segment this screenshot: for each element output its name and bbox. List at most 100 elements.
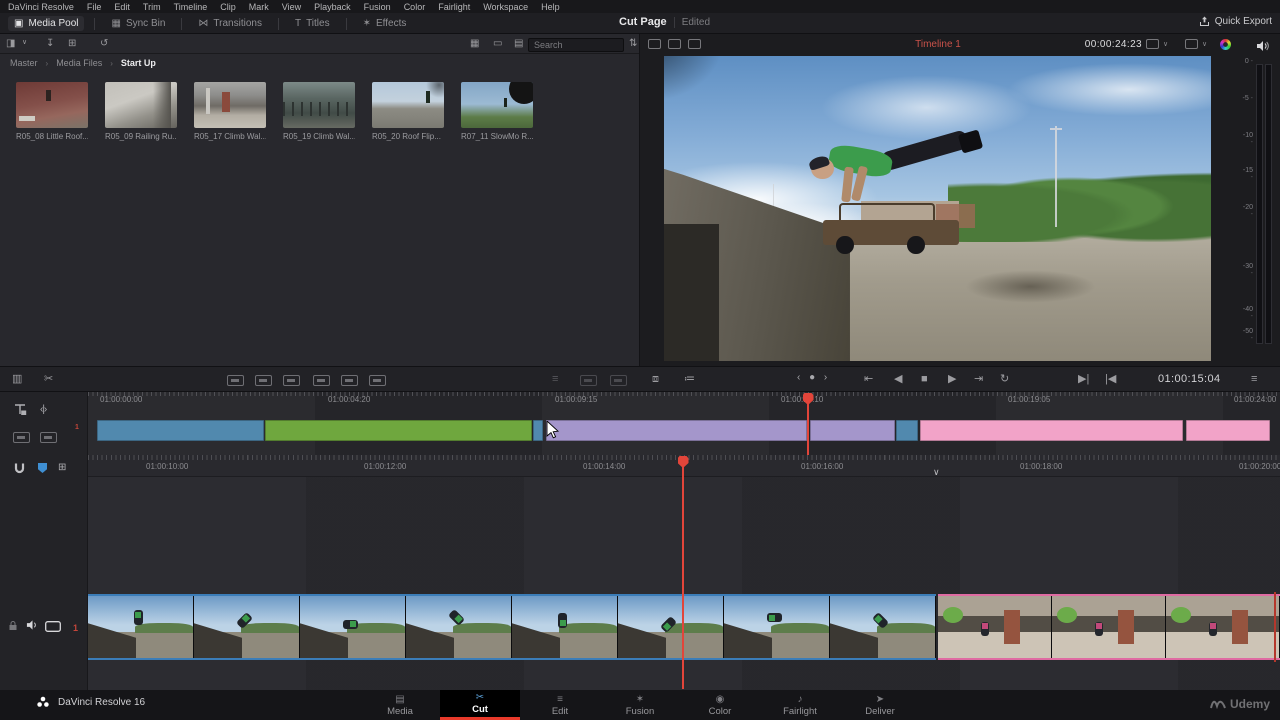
overview-ruler[interactable]: 01:00:00:0001:00:04:2001:00:09:1501:00:1… <box>88 392 1280 406</box>
place-on-top-icon[interactable] <box>341 375 358 386</box>
media-clip[interactable]: R05_17 Climb Wal... <box>194 82 266 141</box>
media-clip[interactable]: R05_09 Railing Ru... <box>105 82 177 141</box>
media-clip[interactable]: R05_19 Climb Wal... <box>283 82 355 141</box>
smart-insert-icon[interactable] <box>227 375 244 386</box>
tab-fairlight[interactable]: ♪Fairlight <box>760 690 840 720</box>
chevron-down-icon[interactable]: ∨ <box>1202 40 1207 48</box>
menu-item-trim[interactable]: Trim <box>143 2 161 12</box>
menu-item-edit[interactable]: Edit <box>114 2 130 12</box>
waveform-icon[interactable] <box>610 375 627 386</box>
filmstrip-clip[interactable] <box>938 594 1280 660</box>
transform-tool-icon[interactable] <box>1146 39 1159 49</box>
source-clip-icon[interactable] <box>648 39 661 49</box>
lock-icon[interactable] <box>8 620 18 631</box>
menu-item-view[interactable]: View <box>282 2 301 12</box>
menu-item-help[interactable]: Help <box>541 2 560 12</box>
menu-item-fusion[interactable]: Fusion <box>364 2 391 12</box>
overview-clip[interactable] <box>920 420 1183 441</box>
snapping-magnet-icon[interactable] <box>13 462 26 475</box>
menu-item-color[interactable]: Color <box>404 2 426 12</box>
stop-icon[interactable]: ■ <box>921 372 928 386</box>
breadcrumb-media-files[interactable]: Media Files <box>56 58 102 68</box>
menu-item-file[interactable]: File <box>87 2 102 12</box>
ripple-overwrite-icon[interactable] <box>283 375 300 386</box>
overview-clip[interactable] <box>810 420 895 441</box>
quick-export-button[interactable]: Quick Export <box>1199 16 1272 27</box>
jog-control[interactable]: ‹ ● › <box>797 372 830 383</box>
menu-item-timeline[interactable]: Timeline <box>174 2 208 12</box>
tools-icon[interactable]: ≡ <box>552 372 558 386</box>
menu-item-playback[interactable]: Playback <box>314 2 351 12</box>
clip-settings-icon[interactable]: ≔ <box>684 372 695 386</box>
timeline-name[interactable]: Timeline 1 <box>898 39 978 50</box>
append-icon[interactable] <box>255 375 272 386</box>
flag-marker-icon[interactable] <box>38 463 47 473</box>
toolbar-titles[interactable]: TTitles <box>289 16 336 31</box>
menu-item-workspace[interactable]: Workspace <box>483 2 528 12</box>
audio-monitor-icon[interactable] <box>1256 40 1270 52</box>
sidebar-toggle-icon[interactable]: ◨ <box>6 38 15 49</box>
next-edit-icon[interactable]: ▶| <box>1078 372 1089 386</box>
match-frame-icon[interactable]: |◀ <box>1105 372 1116 386</box>
thumbnail-view-icon[interactable]: ▦ <box>470 38 479 49</box>
source-overwrite-icon[interactable] <box>369 375 386 386</box>
source-tape-icon[interactable] <box>668 39 681 49</box>
tab-color[interactable]: ◉Color <box>680 690 760 720</box>
chevron-down-icon[interactable]: ∨ <box>1163 40 1168 48</box>
toolbar-transitions[interactable]: ⋈Transitions <box>192 16 268 31</box>
track-mute-icon[interactable] <box>26 619 39 631</box>
play-reverse-icon[interactable]: ◀ <box>894 372 902 386</box>
overview-playhead[interactable] <box>807 393 809 455</box>
overview-clip[interactable] <box>896 420 918 441</box>
timeline-options-icon[interactable]: ≡ <box>1251 372 1257 386</box>
close-up-icon[interactable] <box>313 375 330 386</box>
tab-cut[interactable]: ✂Cut <box>440 690 520 720</box>
detail-playhead[interactable] <box>682 456 684 689</box>
menu-item-fairlight[interactable]: Fairlight <box>438 2 470 12</box>
picture-in-picture-icon[interactable] <box>580 375 597 386</box>
tab-media[interactable]: ▤Media <box>360 690 440 720</box>
timeline-view-icon[interactable] <box>688 39 701 49</box>
export-clip-icon[interactable]: ⧈ <box>652 372 659 386</box>
filmstrip-clip[interactable] <box>88 594 936 660</box>
overview-clip[interactable] <box>546 420 807 441</box>
import-folder-icon[interactable]: ⊞ <box>68 38 76 49</box>
marker-chevron-icon[interactable]: ∨ <box>933 467 940 478</box>
video-track-icon[interactable] <box>45 621 61 632</box>
go-to-end-icon[interactable]: ⇥ <box>974 372 983 386</box>
import-media-icon[interactable]: ↧ <box>46 38 54 49</box>
breadcrumb-master[interactable]: Master <box>10 58 38 68</box>
trim-tool-icon[interactable] <box>13 403 28 417</box>
media-clip[interactable]: R05_08 Little Roof... <box>16 82 88 141</box>
tab-edit[interactable]: ≡Edit <box>520 690 600 720</box>
toolbar-sync-bin[interactable]: ▦Sync Bin <box>105 16 171 31</box>
sort-icon[interactable]: ⇅ <box>629 38 637 49</box>
viewer-video[interactable] <box>664 56 1211 361</box>
color-wheel-icon[interactable] <box>1220 39 1231 50</box>
toolbar-effects[interactable]: ✶Effects <box>357 16 413 31</box>
go-to-start-icon[interactable]: ⇤ <box>864 372 873 386</box>
loop-icon[interactable]: ↻ <box>1000 372 1009 386</box>
media-clip[interactable]: R05_20 Roof Flip... <box>372 82 444 141</box>
breadcrumb-start-up[interactable]: Start Up <box>121 58 156 68</box>
overview-clip[interactable] <box>533 420 543 441</box>
toolbar-media-pool[interactable]: ▣Media Pool <box>8 16 84 31</box>
track-resize-icon[interactable]: ⊞ <box>58 462 66 473</box>
list-view-icon[interactable]: ▤ <box>514 38 523 49</box>
ripple-video-icon[interactable] <box>13 432 30 443</box>
menu-item-davinci-resolve[interactable]: DaVinci Resolve <box>8 2 74 12</box>
sync-icon[interactable]: ↺ <box>100 38 108 49</box>
menu-item-mark[interactable]: Mark <box>249 2 269 12</box>
overview-clip[interactable] <box>265 420 532 441</box>
overlay-tool-icon[interactable] <box>1185 39 1198 49</box>
split-clip-icon[interactable]: ✂ <box>44 372 53 386</box>
tab-deliver[interactable]: ➤Deliver <box>840 690 920 720</box>
ripple-audio-icon[interactable] <box>40 432 57 443</box>
search-input[interactable] <box>528 38 624 52</box>
media-clip[interactable]: R07_11 SlowMo R... <box>461 82 533 141</box>
overview-clip[interactable] <box>97 420 264 441</box>
overview-clip[interactable] <box>1186 420 1270 441</box>
filmstrip-view-icon[interactable]: ▭ <box>493 38 502 49</box>
play-icon[interactable]: ▶ <box>948 372 956 386</box>
chevron-down-icon[interactable]: ∨ <box>22 38 27 46</box>
